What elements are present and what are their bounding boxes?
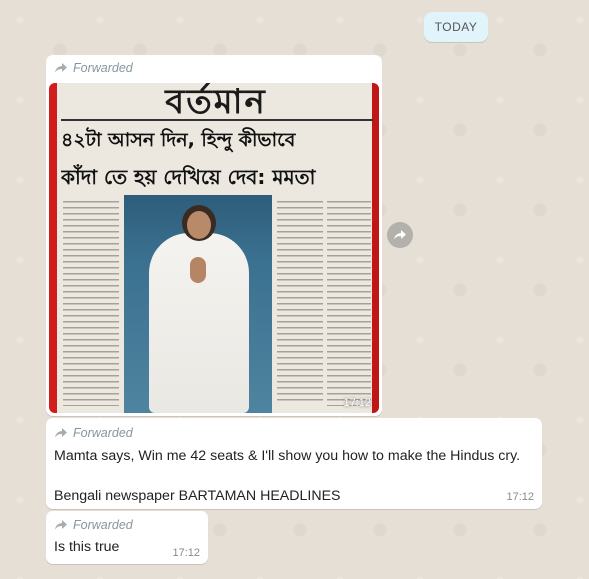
message-time: 17:12 bbox=[172, 547, 200, 559]
newspaper-headline-2: কাঁদা তে হয় দেখিয়ে দেব: মমতা bbox=[61, 165, 316, 189]
message-text: Mamta says, Win me 42 seats & I'll show … bbox=[54, 448, 521, 504]
message-bubble-image[interactable]: Forwarded বর্তমান ৪২টা আসন দিন, হিন্দু ক… bbox=[46, 55, 382, 416]
message-text: Is this true bbox=[54, 539, 120, 555]
figure-hands bbox=[190, 257, 206, 283]
newspaper-image[interactable]: বর্তমান ৪২টা আসন দিন, হিন্দু কীভাবে কাঁদ… bbox=[49, 83, 379, 413]
message-time: 17:12 bbox=[506, 491, 534, 503]
photo-edge-right bbox=[372, 83, 379, 413]
newspaper-photo bbox=[124, 195, 272, 413]
message-time: 17:12 bbox=[343, 397, 371, 409]
figure-face bbox=[187, 211, 211, 239]
forwarded-label: Forwarded bbox=[54, 426, 133, 440]
newspaper-column-right bbox=[327, 201, 371, 406]
forwarded-label: Forwarded bbox=[54, 518, 133, 532]
forwarded-label: Forwarded bbox=[54, 61, 133, 75]
newspaper-column-middle bbox=[277, 201, 323, 401]
forwarded-text: Forwarded bbox=[73, 426, 133, 440]
newspaper-masthead: বর্তমান bbox=[165, 83, 267, 122]
forwarded-text: Forwarded bbox=[73, 518, 133, 532]
forward-arrow-icon bbox=[55, 428, 67, 438]
message-bubble-text[interactable]: Forwarded Is this true 17:12 bbox=[46, 511, 208, 564]
forward-arrow-icon bbox=[55, 520, 67, 530]
message-bubble-text[interactable]: Forwarded Mamta says, Win me 42 seats & … bbox=[46, 418, 542, 509]
date-chip: TODAY bbox=[424, 12, 488, 42]
newspaper-headline-1: ৪২টা আসন দিন, হিন্দু কীভাবে bbox=[61, 129, 296, 151]
forwarded-text: Forwarded bbox=[73, 61, 133, 75]
newspaper-column-left bbox=[63, 201, 119, 406]
forward-message-button[interactable] bbox=[387, 222, 413, 248]
forward-arrow-icon bbox=[55, 63, 67, 73]
masthead-divider bbox=[61, 119, 373, 121]
photo-edge-left bbox=[49, 83, 57, 413]
share-forward-icon bbox=[394, 230, 406, 240]
